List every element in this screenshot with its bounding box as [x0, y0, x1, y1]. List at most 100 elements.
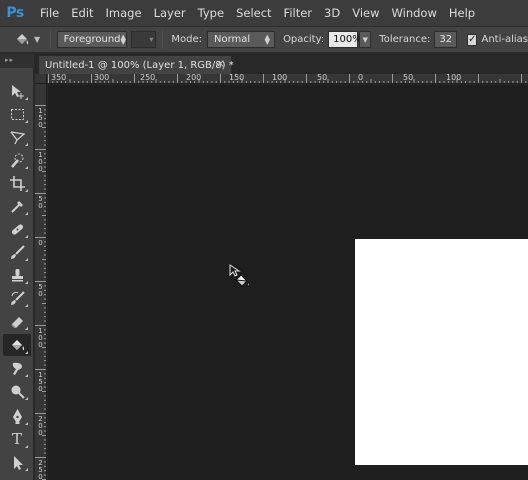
- brush-tool-icon: [10, 244, 25, 259]
- pen-tool-icon: [12, 408, 22, 424]
- ruler-label: 100: [272, 74, 288, 82]
- tolerance-label: Tolerance:: [379, 34, 431, 45]
- tool-paint-bucket[interactable]: [3, 334, 31, 356]
- move-tool-icon: [11, 84, 24, 99]
- menu-layer[interactable]: Layer: [148, 0, 192, 26]
- tool-healing-brush[interactable]: [3, 218, 31, 240]
- canvas-pasteboard[interactable]: [48, 85, 528, 480]
- path-selection-tool-icon: [13, 455, 23, 470]
- menu-file[interactable]: File: [34, 0, 65, 26]
- submenu-indicator: [25, 143, 28, 146]
- tool-dodge[interactable]: [3, 380, 31, 402]
- menu-bar: Ps File Edit Image Layer Type Select Fil…: [0, 0, 528, 26]
- tool-quick-selection[interactable]: [3, 149, 31, 171]
- tool-type[interactable]: T: [3, 428, 31, 450]
- paint-bucket-cursor-icon: [229, 264, 250, 288]
- ruler-label: 50: [38, 195, 43, 210]
- tolerance-value: 32: [439, 34, 453, 45]
- submenu-indicator: [25, 397, 28, 400]
- menu-edit[interactable]: Edit: [65, 0, 99, 26]
- chevron-down-icon: ▼: [362, 35, 368, 44]
- menu-filter[interactable]: Filter: [278, 0, 318, 26]
- crop-tool-icon: [9, 175, 25, 191]
- ruler-label: 50: [403, 74, 414, 82]
- eyedropper-tool-icon: [10, 200, 23, 213]
- ruler-label: 50: [317, 74, 328, 82]
- vertical-ruler[interactable]: 150 100 50 0 50 100 150 200 250: [35, 84, 47, 480]
- mode-value: Normal: [214, 34, 251, 45]
- tool-crop[interactable]: [3, 172, 31, 194]
- menu-help[interactable]: Help: [443, 0, 481, 26]
- menu-view[interactable]: View: [346, 0, 385, 26]
- tool-clone-stamp[interactable]: [3, 264, 31, 286]
- ruler-label: 150: [38, 371, 43, 393]
- close-icon[interactable]: ×: [216, 57, 225, 70]
- clone-stamp-tool-icon: [11, 268, 23, 281]
- submenu-indicator: [25, 120, 28, 123]
- tools-panel-header[interactable]: ▸▸: [0, 54, 34, 68]
- submenu-indicator: [25, 166, 28, 169]
- tool-preset-picker[interactable]: ▼: [14, 32, 44, 48]
- submenu-indicator: [25, 422, 28, 425]
- tool-pen[interactable]: [3, 405, 31, 427]
- tolerance-field[interactable]: 32: [434, 31, 458, 48]
- paint-bucket-tool-icon: [11, 339, 24, 350]
- submenu-indicator: [25, 258, 28, 261]
- tool-history-brush[interactable]: [3, 287, 31, 309]
- eraser-tool-icon: [10, 316, 23, 328]
- photoshop-logo: Ps: [0, 0, 30, 26]
- opacity-value: 100%: [333, 34, 362, 45]
- ruler-label: 200: [186, 74, 202, 82]
- type-tool-icon: T: [11, 430, 22, 448]
- ruler-origin[interactable]: [35, 74, 47, 84]
- menu-select[interactable]: Select: [230, 0, 277, 26]
- quick-selection-tool-icon: [10, 153, 23, 168]
- chevron-down-icon: ▼: [34, 35, 41, 44]
- ruler-label: 100: [446, 74, 462, 82]
- submenu-indicator: [25, 281, 28, 284]
- ruler-label: 150: [229, 74, 245, 82]
- tools-panel: T: [0, 68, 34, 480]
- tool-brush[interactable]: [3, 241, 31, 263]
- submenu-indicator: [25, 97, 28, 100]
- smudge-tool-icon: [12, 362, 22, 375]
- tool-smudge[interactable]: [3, 357, 31, 379]
- ruler-label: 200: [38, 415, 43, 437]
- submenu-indicator: [25, 468, 28, 471]
- mode-select[interactable]: Normal ▲ ▼: [207, 31, 276, 48]
- opacity-field[interactable]: 100%: [328, 31, 362, 48]
- submenu-indicator: [25, 351, 28, 354]
- ruler-label: 0: [358, 74, 364, 82]
- tool-marquee[interactable]: [3, 103, 31, 125]
- submenu-indicator: [25, 374, 28, 377]
- ruler-label: 0: [38, 239, 43, 247]
- options-bar: ▼ Foreground ▲ ▼ ▾ Mode: Normal ▲ ▼ Opacit…: [0, 26, 528, 53]
- menu-3d[interactable]: 3D: [318, 0, 346, 26]
- horizontal-ruler[interactable]: 350 300 250 200 150 100 50 0 50 100: [35, 74, 528, 84]
- opacity-label: Opacity:: [283, 34, 325, 45]
- antialias-checkbox[interactable]: ✓: [467, 33, 478, 46]
- tool-move[interactable]: [3, 80, 31, 102]
- menu-type[interactable]: Type: [192, 0, 230, 26]
- document-tab[interactable]: Untitled-1 @ 100% (Layer 1, RGB/8) * ×: [39, 56, 234, 74]
- mode-label: Mode:: [171, 34, 202, 45]
- document-canvas[interactable]: [355, 239, 528, 465]
- tool-eyedropper[interactable]: [3, 195, 31, 217]
- tool-lasso[interactable]: [3, 126, 31, 148]
- menu-image[interactable]: Image: [100, 0, 148, 26]
- ruler-label: 300: [94, 74, 110, 82]
- submenu-indicator: [25, 189, 28, 192]
- tool-path-selection[interactable]: [3, 451, 31, 473]
- menu-items: File Edit Image Layer Type Select Filter…: [30, 0, 481, 26]
- lasso-tool-icon: [9, 130, 25, 144]
- menu-window[interactable]: Window: [386, 0, 443, 26]
- chevron-down-icon: ▾: [149, 35, 154, 44]
- pattern-picker[interactable]: ▾: [130, 31, 157, 48]
- fill-source-select[interactable]: Foreground ▲ ▼: [56, 31, 127, 48]
- opacity-slider-button[interactable]: ▼: [359, 31, 372, 48]
- ruler-label: 350: [51, 74, 67, 82]
- tool-eraser[interactable]: [3, 310, 31, 332]
- antialias-label: Anti-alias: [481, 34, 528, 45]
- ruler-label: 100: [38, 151, 43, 173]
- marquee-tool-icon: [10, 108, 24, 120]
